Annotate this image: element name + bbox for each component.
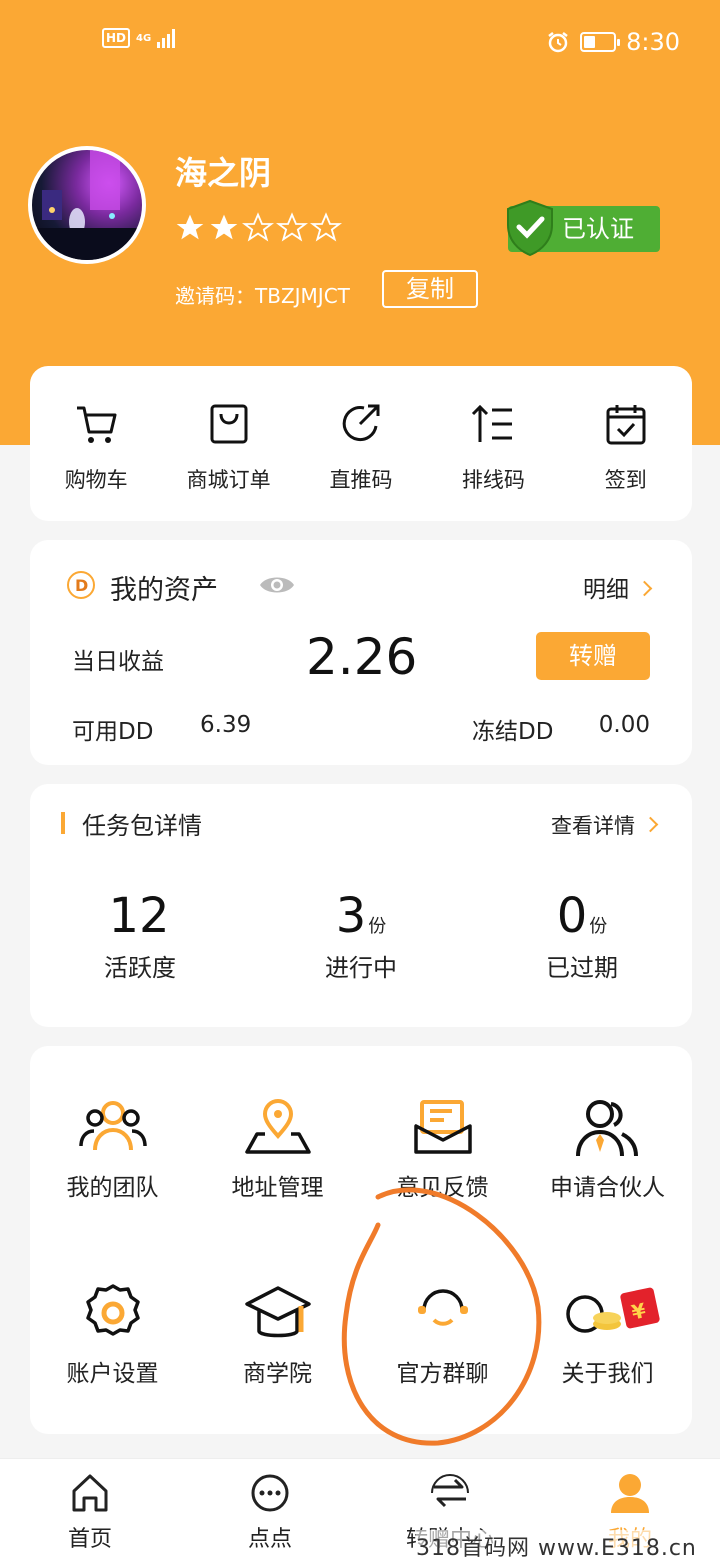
transfer-icon <box>431 1474 469 1508</box>
quick-checkin[interactable]: 签到 <box>566 402 686 521</box>
available-dd-label: 可用DD <box>72 719 154 745</box>
stat-label: 进行中 <box>325 954 397 982</box>
assets-title: 我的资产 <box>110 575 218 606</box>
quick-direct-code[interactable]: 直推码 <box>301 402 421 521</box>
graduation-cap-icon <box>244 1286 311 1338</box>
stat-in-progress: 3份 进行中 <box>251 888 471 983</box>
today-earnings-value: 2.26 <box>306 628 418 686</box>
watermark: 318首码网 www.E318.cn <box>416 1530 697 1560</box>
tab-label: 点点 <box>247 1527 292 1552</box>
shopping-bag-icon <box>210 404 248 444</box>
hd-badge: HD <box>102 28 131 48</box>
task-pack-card: 任务包详情 查看详情 12 活跃度 3份 进行中 0份 已过期 <box>30 784 692 1027</box>
quick-queue-code[interactable]: 排线码 <box>433 402 553 521</box>
menu-about-us[interactable]: ¥ 关于我们 <box>525 1282 690 1388</box>
assets-detail-label: 明细 <box>583 577 629 603</box>
star-empty-icon <box>242 212 274 242</box>
feedback-mail-icon <box>413 1100 472 1154</box>
today-earnings-label: 当日收益 <box>72 649 164 675</box>
tab-dots[interactable]: 点点 <box>210 1471 330 1553</box>
svg-text:D: D <box>75 576 88 595</box>
annotation-circle <box>341 1187 542 1446</box>
network-type: 4G <box>136 32 152 44</box>
battery-icon <box>580 32 621 52</box>
stat-expired: 0份 已过期 <box>472 888 692 983</box>
eye-icon[interactable] <box>258 572 296 598</box>
frozen-dd-label: 冻结DD <box>472 719 554 745</box>
verified-badge: 已认证 <box>507 199 660 257</box>
stat-label: 已过期 <box>546 954 618 982</box>
rating-stars <box>174 212 342 244</box>
user-icon <box>611 1474 649 1513</box>
quick-label: 排线码 <box>461 468 525 492</box>
quick-label: 商城订单 <box>186 468 271 492</box>
star-empty-icon <box>310 212 342 242</box>
about-red-envelope-icon: ¥ <box>565 1287 660 1333</box>
star-filled-icon <box>176 214 204 240</box>
shield-check-icon <box>507 199 553 257</box>
chevron-right-icon <box>642 816 659 833</box>
menu-account-settings[interactable]: 账户设置 <box>30 1282 195 1388</box>
stat-value: 12 <box>108 888 170 944</box>
quick-label: 直推码 <box>329 468 393 492</box>
menu-label: 关于我们 <box>561 1361 654 1387</box>
menu-label: 申请合伙人 <box>550 1175 665 1201</box>
copy-button[interactable]: 复制 <box>382 270 478 308</box>
stat-value: 0 <box>556 888 588 944</box>
tab-label: 首页 <box>67 1527 112 1552</box>
invite-code: TBZJMJCT <box>255 284 350 308</box>
clock: 8:30 <box>626 28 680 56</box>
alarm-icon <box>548 32 568 53</box>
frozen-dd-value: 0.00 <box>598 712 650 738</box>
quick-label: 购物车 <box>64 468 128 492</box>
stat-value: 3 <box>335 888 367 944</box>
section-accent-bar <box>61 812 65 834</box>
quick-cart[interactable]: 购物车 <box>36 402 156 521</box>
assets-detail-link[interactable]: 明细 <box>583 570 653 604</box>
quick-orders[interactable]: 商城订单 <box>169 402 289 521</box>
menu-my-team[interactable]: 我的团队 <box>30 1096 195 1202</box>
username: 海之阴 <box>175 154 272 192</box>
team-icon <box>78 1101 147 1151</box>
assets-card: D 我的资产 明细 当日收益 2.26 转赠 可用DD 6.39 冻结DD 0.… <box>30 540 692 765</box>
menu-partner[interactable]: 申请合伙人 <box>525 1096 690 1202</box>
location-pin-icon <box>244 1099 311 1154</box>
dots-icon <box>251 1474 289 1512</box>
partner-icon <box>575 1100 638 1157</box>
tab-home[interactable]: 首页 <box>30 1471 150 1553</box>
quick-actions-card: 购物车 商城订单 直推码 排线码 签到 <box>30 366 692 521</box>
available-dd-value: 6.39 <box>200 712 252 738</box>
star-filled-icon <box>210 214 238 240</box>
status-bar: HD 4G 8:30 <box>0 22 720 62</box>
menu-label: 账户设置 <box>66 1361 159 1387</box>
task-detail-label: 查看详情 <box>551 814 635 838</box>
stat-unit: 份 <box>589 916 608 937</box>
home-icon <box>72 1474 108 1512</box>
stat-label: 活跃度 <box>104 954 176 982</box>
task-title: 任务包详情 <box>82 812 202 840</box>
sort-list-icon <box>472 404 513 442</box>
invite-code-row: 邀请码：TBZJMJCT <box>175 280 350 309</box>
quick-label: 签到 <box>604 468 647 492</box>
avatar[interactable] <box>28 146 146 264</box>
stat-unit: 份 <box>368 916 387 937</box>
signal-icon <box>157 28 176 48</box>
gear-icon <box>85 1284 140 1336</box>
invite-label: 邀请码： <box>175 284 255 308</box>
stat-activity: 12 活跃度 <box>30 888 250 983</box>
share-arrow-icon <box>342 404 380 442</box>
task-detail-link[interactable]: 查看详情 <box>551 810 659 840</box>
chevron-right-icon <box>636 580 653 597</box>
dd-coin-icon: D <box>67 571 95 599</box>
star-empty-icon <box>276 212 308 242</box>
cart-icon <box>77 406 117 443</box>
transfer-button[interactable]: 转赠 <box>536 632 650 680</box>
verified-label: 已认证 <box>562 215 634 243</box>
menu-label: 我的团队 <box>66 1175 159 1201</box>
calendar-check-icon <box>606 405 646 445</box>
